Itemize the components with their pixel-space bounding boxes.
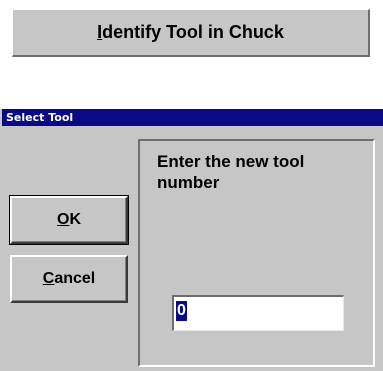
dialog-title: Select Tool bbox=[6, 111, 74, 124]
screen: Identify Tool in Chuck Select Tool OK Ca… bbox=[0, 0, 383, 371]
dialog-title-bar[interactable]: Select Tool bbox=[2, 109, 383, 126]
tool-entry-panel: Enter the new tool number 0 bbox=[138, 139, 375, 367]
cancel-button-mnemonic: C bbox=[42, 270, 55, 287]
tool-number-prompt: Enter the new tool number bbox=[157, 152, 305, 192]
cancel-button-label: ancel bbox=[54, 270, 96, 287]
ok-button-mnemonic: O bbox=[56, 211, 70, 228]
dialog-body: OK Cancel Enter the new tool number 0 bbox=[2, 126, 383, 371]
tool-number-value: 0 bbox=[176, 301, 187, 321]
ok-button[interactable]: OK bbox=[9, 195, 129, 245]
tool-number-input[interactable]: 0 bbox=[172, 295, 344, 331]
cancel-button[interactable]: Cancel bbox=[10, 255, 128, 303]
select-tool-dialog: Select Tool OK Cancel Enter the new tool… bbox=[0, 109, 383, 371]
identify-button-label: dentify Tool in Chuck bbox=[102, 22, 284, 42]
identify-tool-in-chuck-button[interactable]: Identify Tool in Chuck bbox=[12, 9, 370, 57]
ok-button-label: K bbox=[69, 211, 81, 228]
